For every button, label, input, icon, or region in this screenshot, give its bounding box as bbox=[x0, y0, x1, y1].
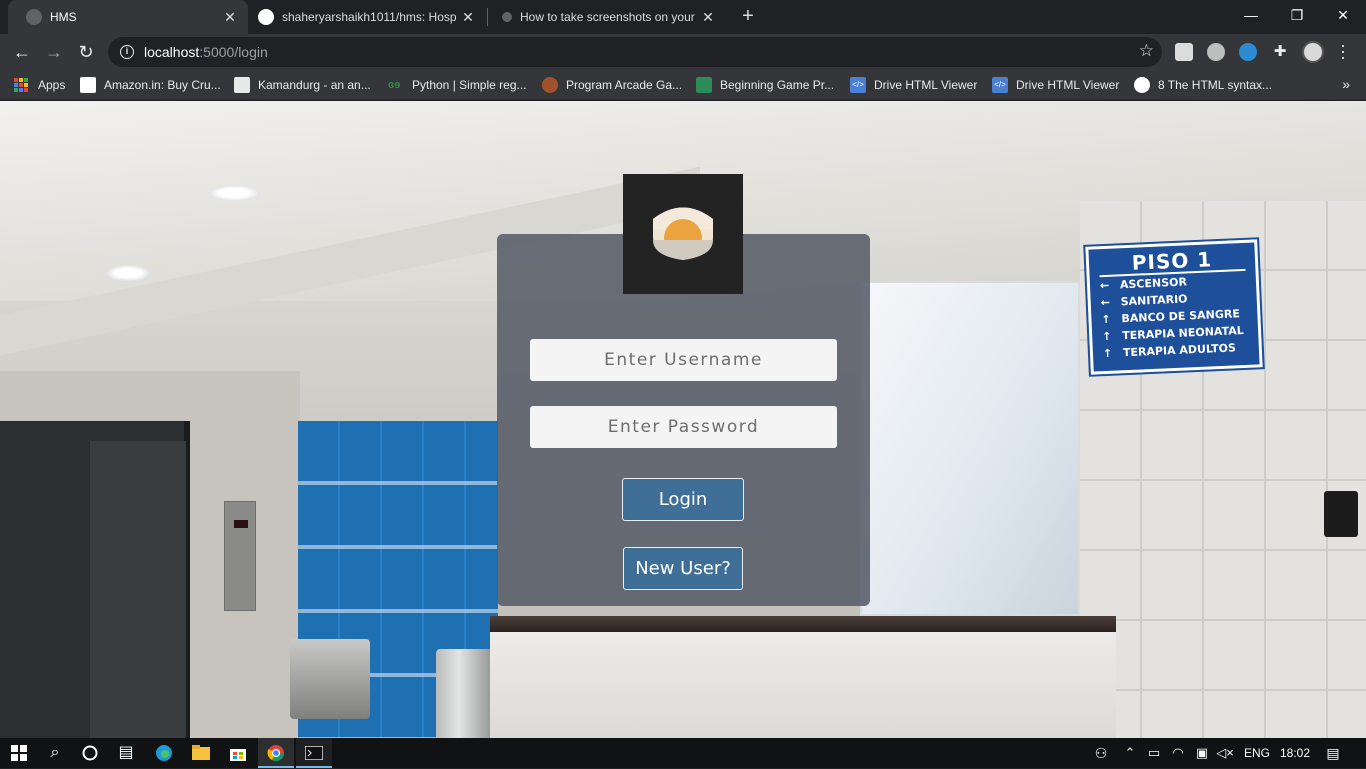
tab-hms[interactable]: HMS ✕ bbox=[8, 0, 248, 34]
floor-sign: PISO 1 ← ASCENSOR ← SANITARIO ↑ BANCO DE SA… bbox=[1083, 237, 1265, 377]
profile-avatar[interactable] bbox=[1302, 41, 1324, 63]
extensions-puzzle-icon[interactable]: ✚ bbox=[1271, 43, 1289, 61]
code-icon: </> bbox=[850, 77, 866, 93]
restore-button[interactable]: ❐ bbox=[1274, 0, 1320, 30]
hospital-logo-icon bbox=[653, 207, 713, 260]
login-page: PISO 1 ← ASCENSOR ← SANITARIO ↑ BANCO DE SA… bbox=[0, 101, 1366, 738]
bookmarks-bar: Apps Amazon.in: Buy Cru... Kamandurg - a… bbox=[0, 70, 1366, 100]
extension-compass-icon[interactable] bbox=[1207, 43, 1225, 61]
reload-button[interactable]: ↻ bbox=[72, 38, 100, 66]
amazon-icon bbox=[80, 77, 96, 93]
globe-icon bbox=[26, 9, 42, 25]
geeksforgeeks-icon: ɞɘ bbox=[388, 79, 401, 91]
background-elevator-door bbox=[90, 441, 186, 738]
search-icon[interactable]: ⌕ bbox=[44, 742, 66, 764]
info-icon[interactable]: i bbox=[120, 45, 134, 59]
menu-dots-icon[interactable]: · · · bbox=[1336, 36, 1350, 66]
address-bar[interactable]: i localhost:5000/login ☆ bbox=[108, 37, 1162, 67]
username-input[interactable] bbox=[530, 339, 837, 381]
terminal-icon[interactable] bbox=[303, 742, 325, 764]
new-user-button[interactable]: New User? bbox=[623, 547, 743, 590]
tab-strip: HMS ✕ shaheryarshaikh1011/hms: Hosp ✕ Ho… bbox=[0, 0, 1366, 34]
password-input[interactable] bbox=[530, 406, 837, 448]
network-icon[interactable]: ▣ bbox=[1191, 742, 1213, 764]
minimize-button[interactable]: — bbox=[1228, 0, 1274, 30]
background-card-reader bbox=[1324, 491, 1358, 537]
arcade-icon bbox=[542, 77, 558, 93]
people-icon[interactable]: ⚇ bbox=[1090, 742, 1112, 764]
tab-screenshots[interactable]: How to take screenshots on your ✕ bbox=[488, 0, 726, 34]
wifi-icon[interactable]: ◠ bbox=[1167, 742, 1189, 764]
bookmark-label: Program Arcade Ga... bbox=[566, 78, 683, 92]
background-counter-top bbox=[490, 616, 1116, 632]
kamandurg-icon bbox=[234, 77, 250, 93]
app-logo bbox=[623, 174, 743, 294]
close-window-button[interactable]: ✕ bbox=[1320, 0, 1366, 30]
bookmark-label: Apps bbox=[38, 78, 66, 92]
tab-title: shaheryarshaikh1011/hms: Hosp bbox=[282, 10, 457, 24]
bookmark-label: 8 The HTML syntax... bbox=[1158, 78, 1273, 92]
bookmark-amazon[interactable]: Amazon.in: Buy Cru... bbox=[80, 76, 221, 94]
language-indicator[interactable]: ENG bbox=[1244, 746, 1270, 760]
background-water-fountain bbox=[290, 639, 370, 719]
bookmark-label: Kamandurg - an an... bbox=[258, 78, 371, 92]
background-counter bbox=[490, 616, 1116, 738]
more-bookmarks-button[interactable]: » bbox=[1342, 76, 1350, 92]
apps-grid-icon bbox=[14, 78, 28, 92]
bookmark-label: Python | Simple reg... bbox=[412, 78, 527, 92]
store-icon[interactable] bbox=[227, 742, 249, 764]
new-tab-button[interactable]: + bbox=[736, 5, 760, 29]
windows-taskbar: ⌕ ▤ ⚇ ⌃ ▭ ◠ ▣ ◁× ENG 18:02 ▤ bbox=[0, 738, 1366, 768]
cortana-icon[interactable] bbox=[79, 742, 101, 764]
code-icon: </> bbox=[992, 77, 1008, 93]
login-button[interactable]: Login bbox=[622, 478, 744, 521]
globe-icon bbox=[1134, 77, 1150, 93]
show-hidden-icons-chevron[interactable]: ⌃ bbox=[1119, 742, 1141, 764]
forward-button[interactable]: → bbox=[40, 38, 68, 66]
background-elevator-panel bbox=[224, 501, 256, 611]
volume-muted-icon[interactable]: ◁× bbox=[1214, 742, 1236, 764]
extension-blue-icon[interactable] bbox=[1239, 43, 1257, 61]
bookmark-game[interactable]: Beginning Game Pr... bbox=[696, 76, 834, 94]
bookmark-python[interactable]: ɞɘ Python | Simple reg... bbox=[388, 76, 527, 94]
ceiling-light bbox=[208, 185, 260, 201]
edge-icon[interactable] bbox=[153, 742, 175, 764]
windows-start-icon[interactable] bbox=[8, 742, 30, 764]
file-explorer-icon[interactable] bbox=[190, 742, 212, 764]
tab-github[interactable]: shaheryarshaikh1011/hms: Hosp ✕ bbox=[248, 0, 486, 34]
url-text[interactable]: localhost:5000/login bbox=[144, 44, 268, 60]
background-trash-bin bbox=[436, 649, 494, 738]
bookmark-label: Drive HTML Viewer bbox=[874, 78, 978, 92]
close-tab-icon[interactable]: ✕ bbox=[700, 9, 716, 26]
bookmark-drive-1[interactable]: </> Drive HTML Viewer bbox=[850, 76, 977, 94]
chrome-icon[interactable] bbox=[265, 742, 287, 764]
tab-title: HMS bbox=[50, 10, 77, 24]
bookmark-label: Amazon.in: Buy Cru... bbox=[104, 78, 221, 92]
clock[interactable]: 18:02 bbox=[1280, 746, 1310, 760]
close-tab-icon[interactable]: ✕ bbox=[460, 9, 476, 26]
extension-cube-icon[interactable] bbox=[1175, 43, 1193, 61]
bookmark-apps[interactable]: Apps bbox=[14, 76, 65, 94]
back-button[interactable]: ← bbox=[8, 38, 36, 66]
background-reception-window bbox=[860, 281, 1080, 616]
bookmark-label: Beginning Game Pr... bbox=[720, 78, 835, 92]
loading-icon bbox=[502, 12, 512, 22]
bookmark-html-syntax[interactable]: 8 The HTML syntax... bbox=[1134, 76, 1272, 94]
close-tab-icon[interactable]: ✕ bbox=[222, 9, 238, 26]
tab-title: How to take screenshots on your bbox=[520, 10, 695, 24]
browser-toolbar: ← → ↻ i localhost:5000/login ☆ ✚ · · · bbox=[0, 34, 1366, 70]
bookmark-drive-2[interactable]: </> Drive HTML Viewer bbox=[992, 76, 1119, 94]
action-center-icon[interactable]: ▤ bbox=[1322, 742, 1344, 764]
game-icon bbox=[696, 77, 712, 93]
bookmark-star-icon[interactable]: ☆ bbox=[1139, 41, 1154, 61]
bookmark-arcade[interactable]: Program Arcade Ga... bbox=[542, 76, 682, 94]
bookmark-label: Drive HTML Viewer bbox=[1016, 78, 1120, 92]
battery-icon[interactable]: ▭ bbox=[1143, 742, 1165, 764]
github-icon bbox=[258, 9, 274, 25]
task-view-icon[interactable]: ▤ bbox=[115, 742, 137, 764]
bookmark-kamandurg[interactable]: Kamandurg - an an... bbox=[234, 76, 371, 94]
ceiling-light bbox=[106, 265, 150, 281]
